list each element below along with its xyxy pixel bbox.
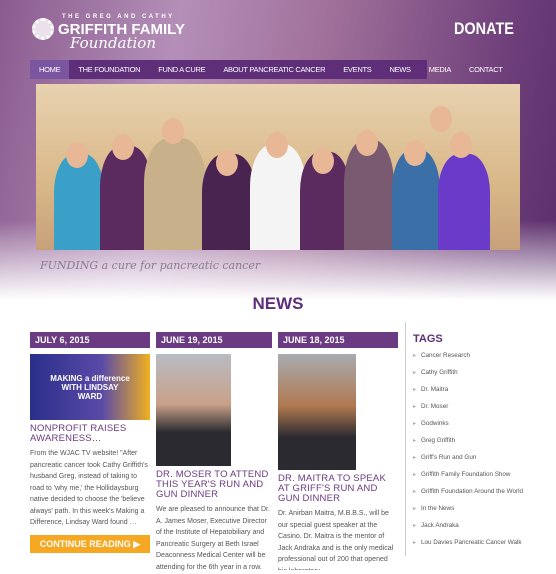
news-post: JUNE 18, 2015 DR. MAITRA TO SPEAK AT GRI… — [278, 332, 398, 570]
nav-contact[interactable]: CONTACT — [460, 60, 512, 79]
nav-fund-a-cure[interactable]: FUND A CURE — [149, 60, 214, 79]
tags-heading: TAGS — [413, 333, 443, 345]
post-image[interactable] — [156, 354, 231, 466]
tag-link[interactable]: Jack Andraka — [413, 522, 523, 530]
tag-link[interactable]: Griff's Run and Gun — [413, 454, 523, 462]
post-title[interactable]: DR. MOSER TO ATTEND THIS YEAR'S RUN AND … — [156, 470, 272, 500]
nav-foundation[interactable]: THE FOUNDATION — [69, 60, 149, 79]
post-image-text: MAKING a difference WITH LINDSAY WARD — [50, 373, 130, 401]
tag-link[interactable]: Cathy Griffith — [413, 369, 523, 377]
donate-link[interactable]: DONATE — [454, 19, 514, 39]
tag-link[interactable]: In the News — [413, 505, 523, 513]
tag-link[interactable]: Lou Davies Pancreatic Cancer Walk — [413, 539, 523, 547]
continue-reading-button[interactable]: CONTINUE READING ▶ — [30, 534, 150, 553]
logo-script-text: Foundation — [70, 34, 157, 52]
tag-link[interactable]: Griffith Family Foundation Show — [413, 471, 523, 479]
post-date: JULY 6, 2015 — [30, 332, 150, 348]
post-excerpt: We are pleased to announce that Dr. A. J… — [156, 506, 270, 571]
post-image[interactable]: MAKING a difference WITH LINDSAY WARD — [30, 354, 150, 420]
tag-link[interactable]: Cancer Research — [413, 352, 523, 360]
post-title[interactable]: NONPROFIT RAISES AWARENESS… — [30, 424, 150, 444]
nav-news[interactable]: NEWS — [380, 60, 419, 79]
sidebar-divider — [405, 322, 406, 556]
post-excerpt: From the WJAC TV website! "After pancrea… — [30, 450, 148, 526]
nav-home[interactable]: HOME — [30, 60, 70, 79]
main-nav: HOME THE FOUNDATION FUND A CURE ABOUT PA… — [30, 60, 503, 79]
tag-link[interactable]: Griffith Foundation Around the World — [413, 488, 523, 496]
nav-events[interactable]: EVENTS — [334, 60, 380, 79]
tagline: FUNDING a cure for pancreatic cancer — [40, 259, 261, 272]
tag-link[interactable]: Greg Griffith — [413, 437, 523, 445]
news-post: JULY 6, 2015 MAKING a difference WITH LI… — [30, 332, 150, 553]
post-date: JUNE 19, 2015 — [156, 332, 272, 348]
nav-about-pancreatic-cancer[interactable]: ABOUT PANCREATIC CANCER — [214, 60, 334, 79]
tag-link[interactable]: Dr. Maitra — [413, 386, 523, 394]
news-heading: NEWS — [252, 294, 304, 313]
logo-sun-icon — [32, 18, 54, 40]
post-image[interactable] — [278, 354, 356, 470]
tag-link[interactable]: Dr. Moser — [413, 403, 523, 411]
tag-link[interactable]: Godwinks — [413, 420, 523, 428]
post-title[interactable]: DR. MAITRA TO SPEAK AT GRIFF'S RUN AND G… — [278, 474, 398, 504]
hero-photo — [36, 84, 520, 250]
tags-sidebar: TAGS Cancer Research Cathy Griffith Dr. … — [413, 333, 523, 556]
news-post: JUNE 19, 2015 DR. MOSER TO ATTEND THIS Y… — [156, 332, 272, 574]
post-date: JUNE 18, 2015 — [278, 332, 398, 348]
post-excerpt: Dr. Anirban Maitra, M.B.B.S., will be ou… — [278, 510, 394, 570]
nav-media[interactable]: MEDIA — [420, 60, 460, 79]
logo-small-text: THE GREG AND CATHY — [62, 14, 175, 20]
